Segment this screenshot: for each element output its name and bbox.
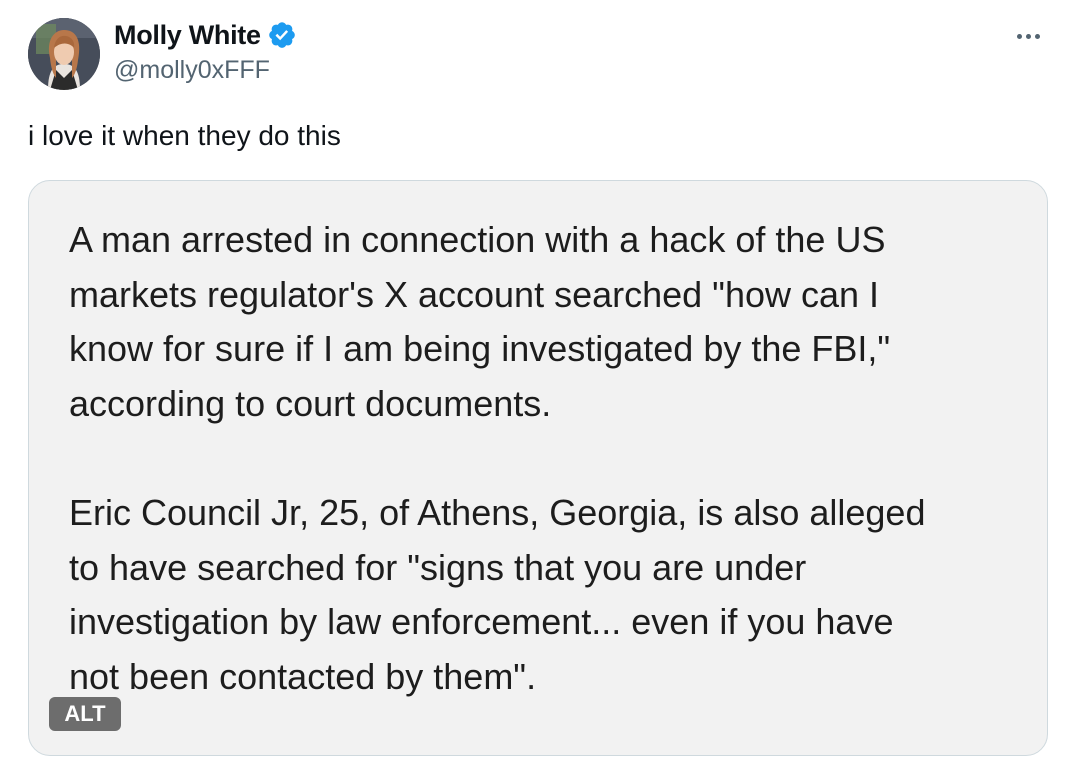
media-text-line: to have searched for "signs that you are…	[69, 546, 807, 588]
media-text: A man arrested in connection with a hack…	[69, 213, 1019, 755]
author-display-name[interactable]: Molly White	[114, 18, 297, 52]
media-text-line: according to court documents.	[69, 382, 552, 424]
more-dot	[1034, 33, 1040, 39]
more-dot	[1025, 33, 1031, 39]
media-text-line: investigation by law enforcement... even…	[69, 601, 894, 642]
media-text-line: A man arrested in connection with a hack…	[69, 219, 886, 260]
media-paragraph: Eric Council Jr, 25, of Athens, Georgia,…	[69, 486, 1019, 704]
media-paragraph: A man arrested in connection with a hack…	[69, 213, 1019, 431]
media-text-line: Eric Council Jr, 25, of Athens, Georgia,…	[69, 492, 926, 533]
avatar[interactable]	[28, 18, 100, 90]
tweet: Molly White @molly0xFFF i love it when t…	[0, 0, 1068, 780]
author-name-text: Molly White	[114, 20, 261, 50]
author-handle[interactable]: @molly0xFFF	[114, 54, 270, 86]
media-text-line: markets regulator's X account searched "…	[69, 273, 880, 315]
avatar-image	[28, 18, 100, 90]
more-options-icon[interactable]	[1012, 22, 1044, 50]
verified-badge-icon	[267, 20, 297, 50]
media-text-line: not been contacted by them".	[69, 655, 537, 697]
more-dot	[1016, 33, 1022, 39]
media-text-line: know for sure if I am being investigated…	[69, 328, 891, 369]
tweet-media-image[interactable]: A man arrested in connection with a hack…	[28, 180, 1048, 756]
alt-text-button[interactable]: ALT	[49, 697, 121, 731]
tweet-text: i love it when they do this	[28, 120, 341, 151]
